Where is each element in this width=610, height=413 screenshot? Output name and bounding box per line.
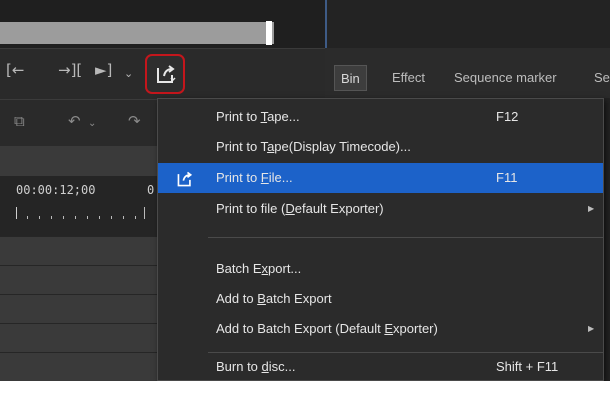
tab-bin[interactable]: Bin	[334, 65, 367, 91]
timeline-track[interactable]	[0, 236, 160, 265]
menu-item-add-to-batch-export-default-exporter[interactable]: Add to Batch Export (Default Exporter) ▶	[158, 314, 603, 344]
menu-item-print-to-file[interactable]: Print to File... F11	[158, 163, 603, 193]
timecode-label: 00:00:12;00	[16, 183, 96, 197]
menu-item-burn-to-disc[interactable]: Burn to disc... Shift + F11	[158, 353, 603, 381]
menu-item-print-to-file-default-exporter[interactable]: Print to file (Default Exporter) ▶	[158, 194, 603, 224]
bin-panel-edge	[604, 98, 610, 381]
tab-effect[interactable]: Effect	[386, 65, 431, 91]
shortcut-label: F12	[496, 109, 519, 124]
tab-sequence-marker[interactable]: Sequence marker	[448, 65, 563, 91]
menu-item-print-to-tape-display-timecode[interactable]: Print to Tape(Display Timecode)...	[158, 132, 603, 162]
tab-truncated[interactable]: Se	[588, 65, 610, 91]
panel-tabs: Bin Effect Sequence marker Se	[327, 48, 610, 98]
app-window: [← →][ ►] ⌄ Bin Effect Sequence marker S…	[0, 0, 610, 381]
chevron-down-icon[interactable]: ⌄	[124, 67, 133, 80]
redo-icon[interactable]: ↷	[128, 112, 141, 130]
export-button[interactable]	[145, 54, 185, 94]
timecode-label-next: 0	[147, 183, 155, 197]
timeline-track[interactable]	[0, 323, 160, 352]
menu-item-add-to-batch-export[interactable]: Add to Batch Export	[158, 284, 603, 314]
timeline-toolbar: ⧉ ↶ ⌄ ↷	[0, 99, 160, 146]
slider-handle[interactable]	[266, 21, 272, 45]
position-slider[interactable]	[0, 22, 274, 44]
bin-panel-header	[327, 0, 610, 48]
set-out-point-icon[interactable]: ►]	[95, 61, 112, 79]
timeline-header	[0, 146, 160, 176]
delete-clip-icon[interactable]: ⧉	[14, 112, 25, 130]
menu-separator	[208, 237, 603, 238]
timeline-track[interactable]	[0, 352, 160, 381]
submenu-arrow-icon: ▶	[588, 204, 595, 213]
menu-item-print-to-tape[interactable]: Print to Tape... F12	[158, 102, 603, 132]
submenu-arrow-icon: ▶	[588, 324, 595, 333]
export-icon	[157, 65, 176, 83]
export-menu: Print to Tape... F12 Print to Tape(Displ…	[157, 98, 604, 381]
timeline-track[interactable]	[0, 294, 160, 323]
time-ruler[interactable]	[16, 207, 145, 219]
timeline-track[interactable]	[0, 265, 160, 294]
menu-item-batch-export[interactable]: Batch Export...	[158, 254, 603, 284]
set-in-point-icon[interactable]: [←	[6, 61, 24, 79]
chevron-down-icon[interactable]: ⌄	[88, 118, 96, 129]
go-to-out-icon[interactable]: →][	[58, 61, 82, 79]
shortcut-label: Shift + F11	[496, 359, 559, 374]
undo-icon[interactable]: ↶	[68, 112, 81, 130]
shortcut-label: F11	[496, 170, 518, 185]
